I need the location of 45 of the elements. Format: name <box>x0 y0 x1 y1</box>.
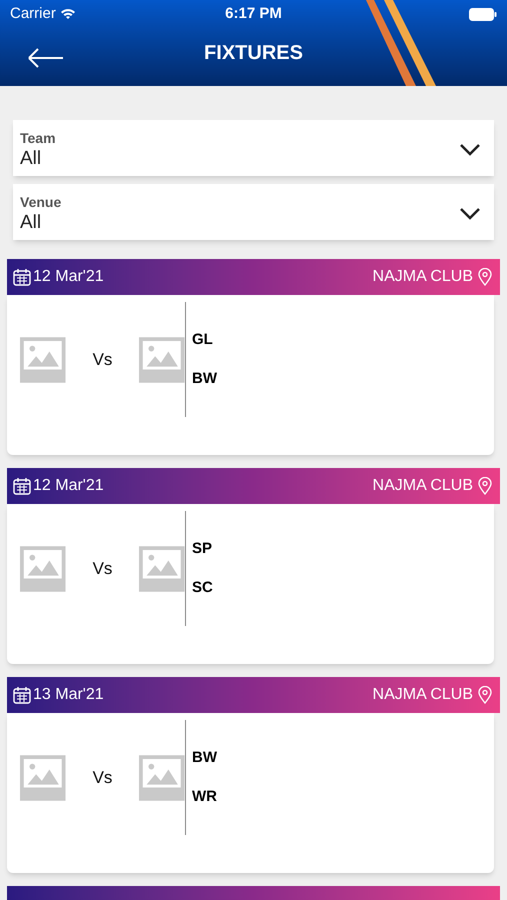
placeholder-image-icon <box>20 544 66 592</box>
battery-icon <box>469 8 497 20</box>
field-value: All <box>20 211 42 235</box>
team-code: SP <box>192 539 213 559</box>
page-title: FIXTURES <box>204 41 303 66</box>
location-pin-icon <box>478 686 492 704</box>
fixture-card[interactable]: Vs GL BW <box>7 295 494 455</box>
fixture-card[interactable]: Vs BW WR <box>7 713 494 873</box>
carrier-text: Carrier <box>10 4 56 24</box>
placeholder-image-icon <box>20 336 66 384</box>
placeholder-image-icon <box>139 544 185 592</box>
placeholder-image-icon <box>139 754 185 802</box>
match-date: 12 Mar'21 <box>33 476 104 496</box>
chevron-down-icon <box>460 144 480 156</box>
field-label: Team <box>20 129 56 147</box>
calendar-icon <box>13 268 31 286</box>
match-date: 13 Mar'21 <box>33 685 104 705</box>
chevron-down-icon <box>460 208 480 220</box>
dropdown-field[interactable]: Team All <box>13 120 494 176</box>
match-date: 12 Mar'21 <box>33 267 104 287</box>
venue-name: NAJMA CLUB <box>372 267 473 287</box>
clock-text: 6:17 PM <box>225 4 282 24</box>
location-pin-icon <box>478 477 492 495</box>
location-pin-icon <box>478 268 492 286</box>
vs-text: Vs <box>92 766 114 789</box>
dropdown-field[interactable]: Venue All <box>13 184 494 240</box>
team-code: BW <box>192 748 217 768</box>
team-code: BW <box>192 368 217 388</box>
vs-text: Vs <box>92 348 114 371</box>
field-value: All <box>20 147 42 171</box>
back-arrow-icon <box>28 48 64 68</box>
venue-name: NAJMA CLUB <box>372 476 473 496</box>
placeholder-image-icon <box>20 754 66 802</box>
team-code: GL <box>192 330 214 350</box>
team-code: WR <box>192 786 217 806</box>
team-code: SC <box>192 578 213 598</box>
calendar-icon <box>13 686 31 704</box>
fixture-card[interactable]: Vs SP SC <box>7 504 494 664</box>
wifi-icon <box>60 8 76 20</box>
back-button[interactable] <box>28 48 64 68</box>
venue-name: NAJMA CLUB <box>372 685 473 705</box>
field-label: Venue <box>20 193 62 211</box>
calendar-icon <box>13 477 31 495</box>
vs-text: Vs <box>92 558 114 580</box>
placeholder-image-icon <box>139 336 185 384</box>
